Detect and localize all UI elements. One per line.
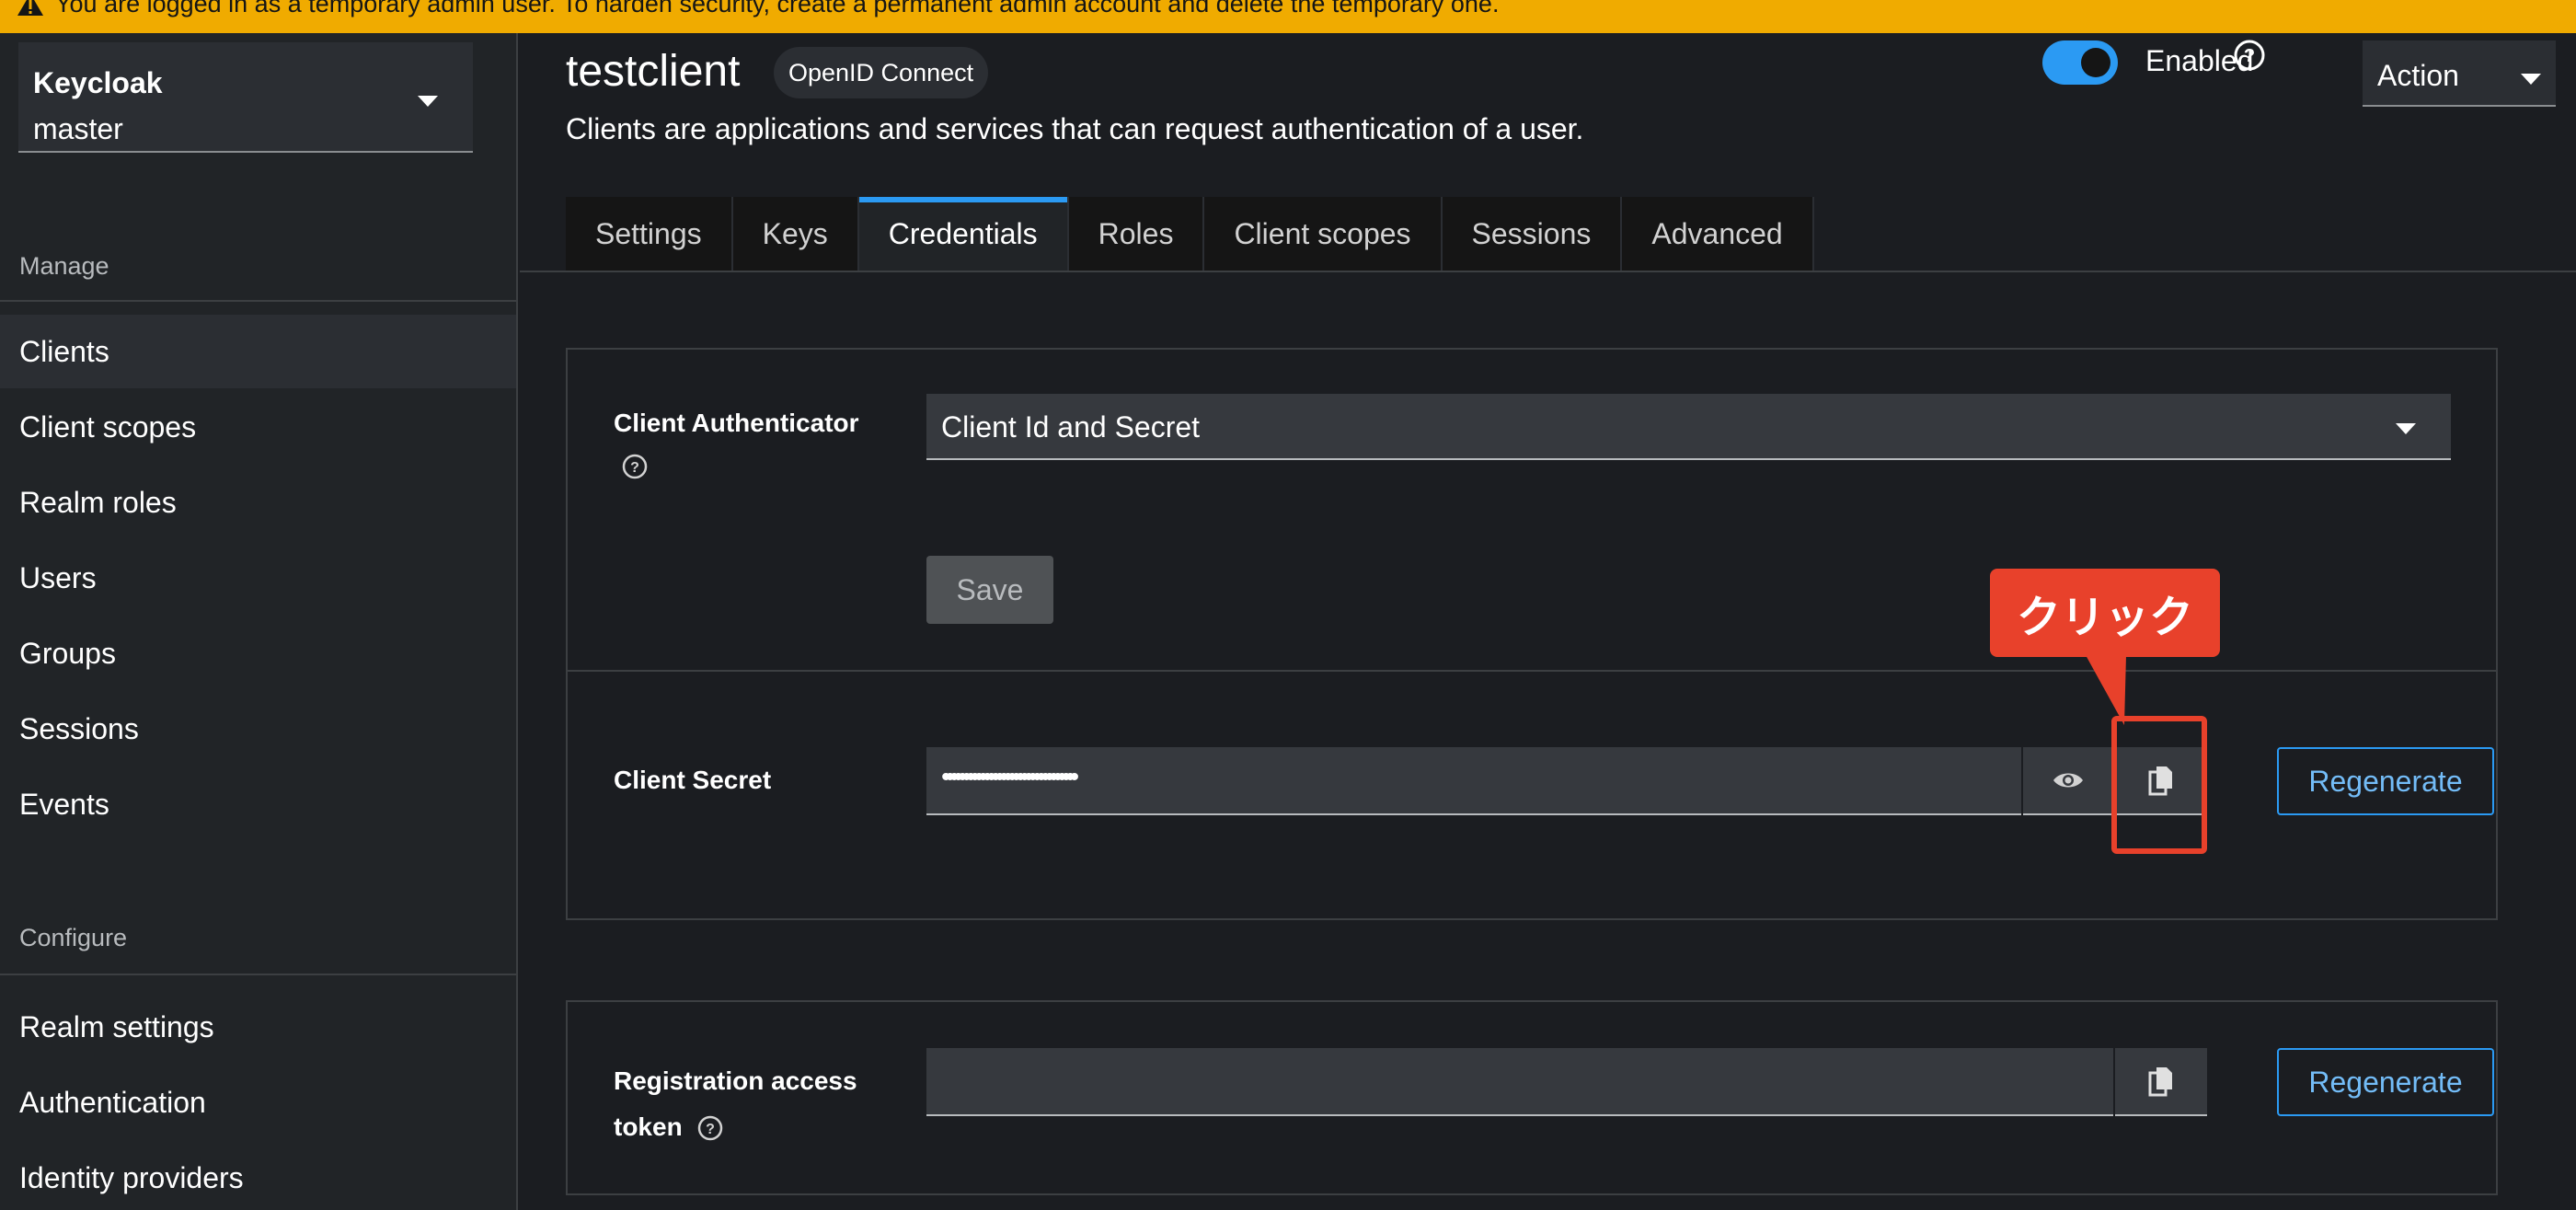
sidebar-item-client-scopes[interactable]: Client scopes	[0, 390, 516, 464]
page-title: testclient	[566, 47, 741, 96]
regenerate-secret-button[interactable]: Regenerate	[2277, 747, 2494, 815]
tab-sessions[interactable]: Sessions	[1442, 197, 1623, 271]
save-button[interactable]: Save	[926, 556, 1053, 624]
sidebar-item-label: Groups	[19, 637, 116, 670]
main-content: testclient OpenID Connect Enabled ? Acti…	[520, 33, 2576, 1210]
sidebar-item-label: Identity providers	[19, 1161, 244, 1194]
copy-token-button[interactable]	[2115, 1048, 2207, 1116]
caret-down-icon	[418, 96, 438, 107]
sidebar-item-authentication[interactable]: Authentication	[0, 1066, 516, 1139]
sidebar-item-realm-settings[interactable]: Realm settings	[0, 990, 516, 1064]
client-secret-value: ••••••••••••••••••••••••••••••••	[941, 762, 1079, 792]
regenerate-token-button[interactable]: Regenerate	[2277, 1048, 2494, 1116]
registration-token-field[interactable]	[926, 1048, 2113, 1116]
svg-text:?: ?	[630, 460, 639, 476]
client-tabs: Settings Keys Credentials Roles Client s…	[566, 197, 1814, 271]
sidebar-item-sessions[interactable]: Sessions	[0, 692, 516, 766]
sidebar-item-clients[interactable]: Clients	[0, 315, 516, 388]
caret-down-icon	[2521, 74, 2541, 85]
tab-settings[interactable]: Settings	[566, 197, 733, 271]
click-callout: クリック	[1990, 569, 2220, 657]
tab-keys[interactable]: Keys	[732, 197, 859, 271]
action-dropdown-label: Action	[2377, 59, 2459, 92]
help-icon[interactable]: ?	[2233, 39, 2266, 72]
client-authenticator-value: Client Id and Secret	[941, 410, 1201, 444]
sidebar-item-label: Sessions	[19, 712, 139, 745]
sidebar-item-label: Authentication	[19, 1086, 206, 1119]
protocol-badge: OpenID Connect	[774, 47, 989, 98]
sidebar-item-events[interactable]: Events	[0, 767, 516, 841]
sidebar-item-users[interactable]: Users	[0, 541, 516, 615]
credentials-card: Client Authenticator ? Client Id and Sec…	[566, 348, 2498, 920]
client-authenticator-label: Client Authenticator	[614, 409, 859, 437]
sidebar-item-realm-roles[interactable]: Realm roles	[0, 466, 516, 539]
banner-text: You are logged in as a temporary admin u…	[55, 0, 1500, 17]
temporary-admin-banner: You are logged in as a temporary admin u…	[0, 0, 2576, 33]
enabled-toggle[interactable]	[2042, 40, 2118, 85]
realm-selector-name: master	[33, 112, 123, 145]
client-secret-field[interactable]: ••••••••••••••••••••••••••••••••	[926, 747, 2021, 815]
sidebar: Keycloak master Manage Clients Client sc…	[0, 33, 518, 1210]
tabs-divider	[520, 271, 2576, 272]
tab-advanced[interactable]: Advanced	[1622, 197, 1814, 271]
nav-divider	[0, 974, 516, 975]
realm-selector-title: Keycloak	[33, 66, 163, 99]
svg-text:?: ?	[2244, 46, 2255, 66]
help-icon[interactable]: ?	[621, 453, 649, 480]
tab-client-scopes[interactable]: Client scopes	[1204, 197, 1443, 271]
sidebar-item-label: Realm roles	[19, 486, 177, 519]
realm-selector[interactable]: Keycloak master	[18, 42, 473, 153]
nav-section-manage: Manage	[19, 252, 109, 280]
help-icon[interactable]: ?	[696, 1114, 724, 1142]
eye-icon	[2053, 773, 2083, 788]
sidebar-item-label: Events	[19, 788, 109, 821]
client-secret-label: Client Secret	[614, 766, 772, 794]
registration-token-label-line1: Registration access	[614, 1066, 857, 1095]
nav-divider	[0, 300, 516, 302]
tab-roles[interactable]: Roles	[1068, 197, 1205, 271]
card-divider	[568, 670, 2496, 672]
warning-icon	[17, 0, 43, 16]
caret-down-icon	[2396, 423, 2416, 434]
toggle-knob	[2081, 48, 2110, 77]
copy-highlight-box	[2111, 716, 2207, 854]
nav-section-configure: Configure	[19, 924, 128, 951]
tab-credentials[interactable]: Credentials	[858, 197, 1069, 271]
sidebar-item-label: Users	[19, 561, 97, 594]
sidebar-item-label: Realm settings	[19, 1010, 214, 1043]
registration-token-card: Registration access token ? Regenerate	[566, 1000, 2498, 1195]
copy-icon	[2148, 1067, 2172, 1097]
sidebar-item-identity-providers[interactable]: Identity providers	[0, 1141, 516, 1210]
sidebar-item-label: Clients	[19, 335, 109, 368]
svg-text:?: ?	[706, 1122, 715, 1137]
sidebar-item-groups[interactable]: Groups	[0, 617, 516, 690]
page-description: Clients are applications and services th…	[566, 112, 1584, 145]
show-secret-button[interactable]	[2023, 747, 2113, 815]
action-dropdown[interactable]: Action	[2363, 40, 2556, 107]
sidebar-item-label: Client scopes	[19, 410, 197, 444]
registration-token-label-line2: token	[614, 1112, 683, 1141]
client-authenticator-select[interactable]: Client Id and Secret	[926, 394, 2451, 460]
